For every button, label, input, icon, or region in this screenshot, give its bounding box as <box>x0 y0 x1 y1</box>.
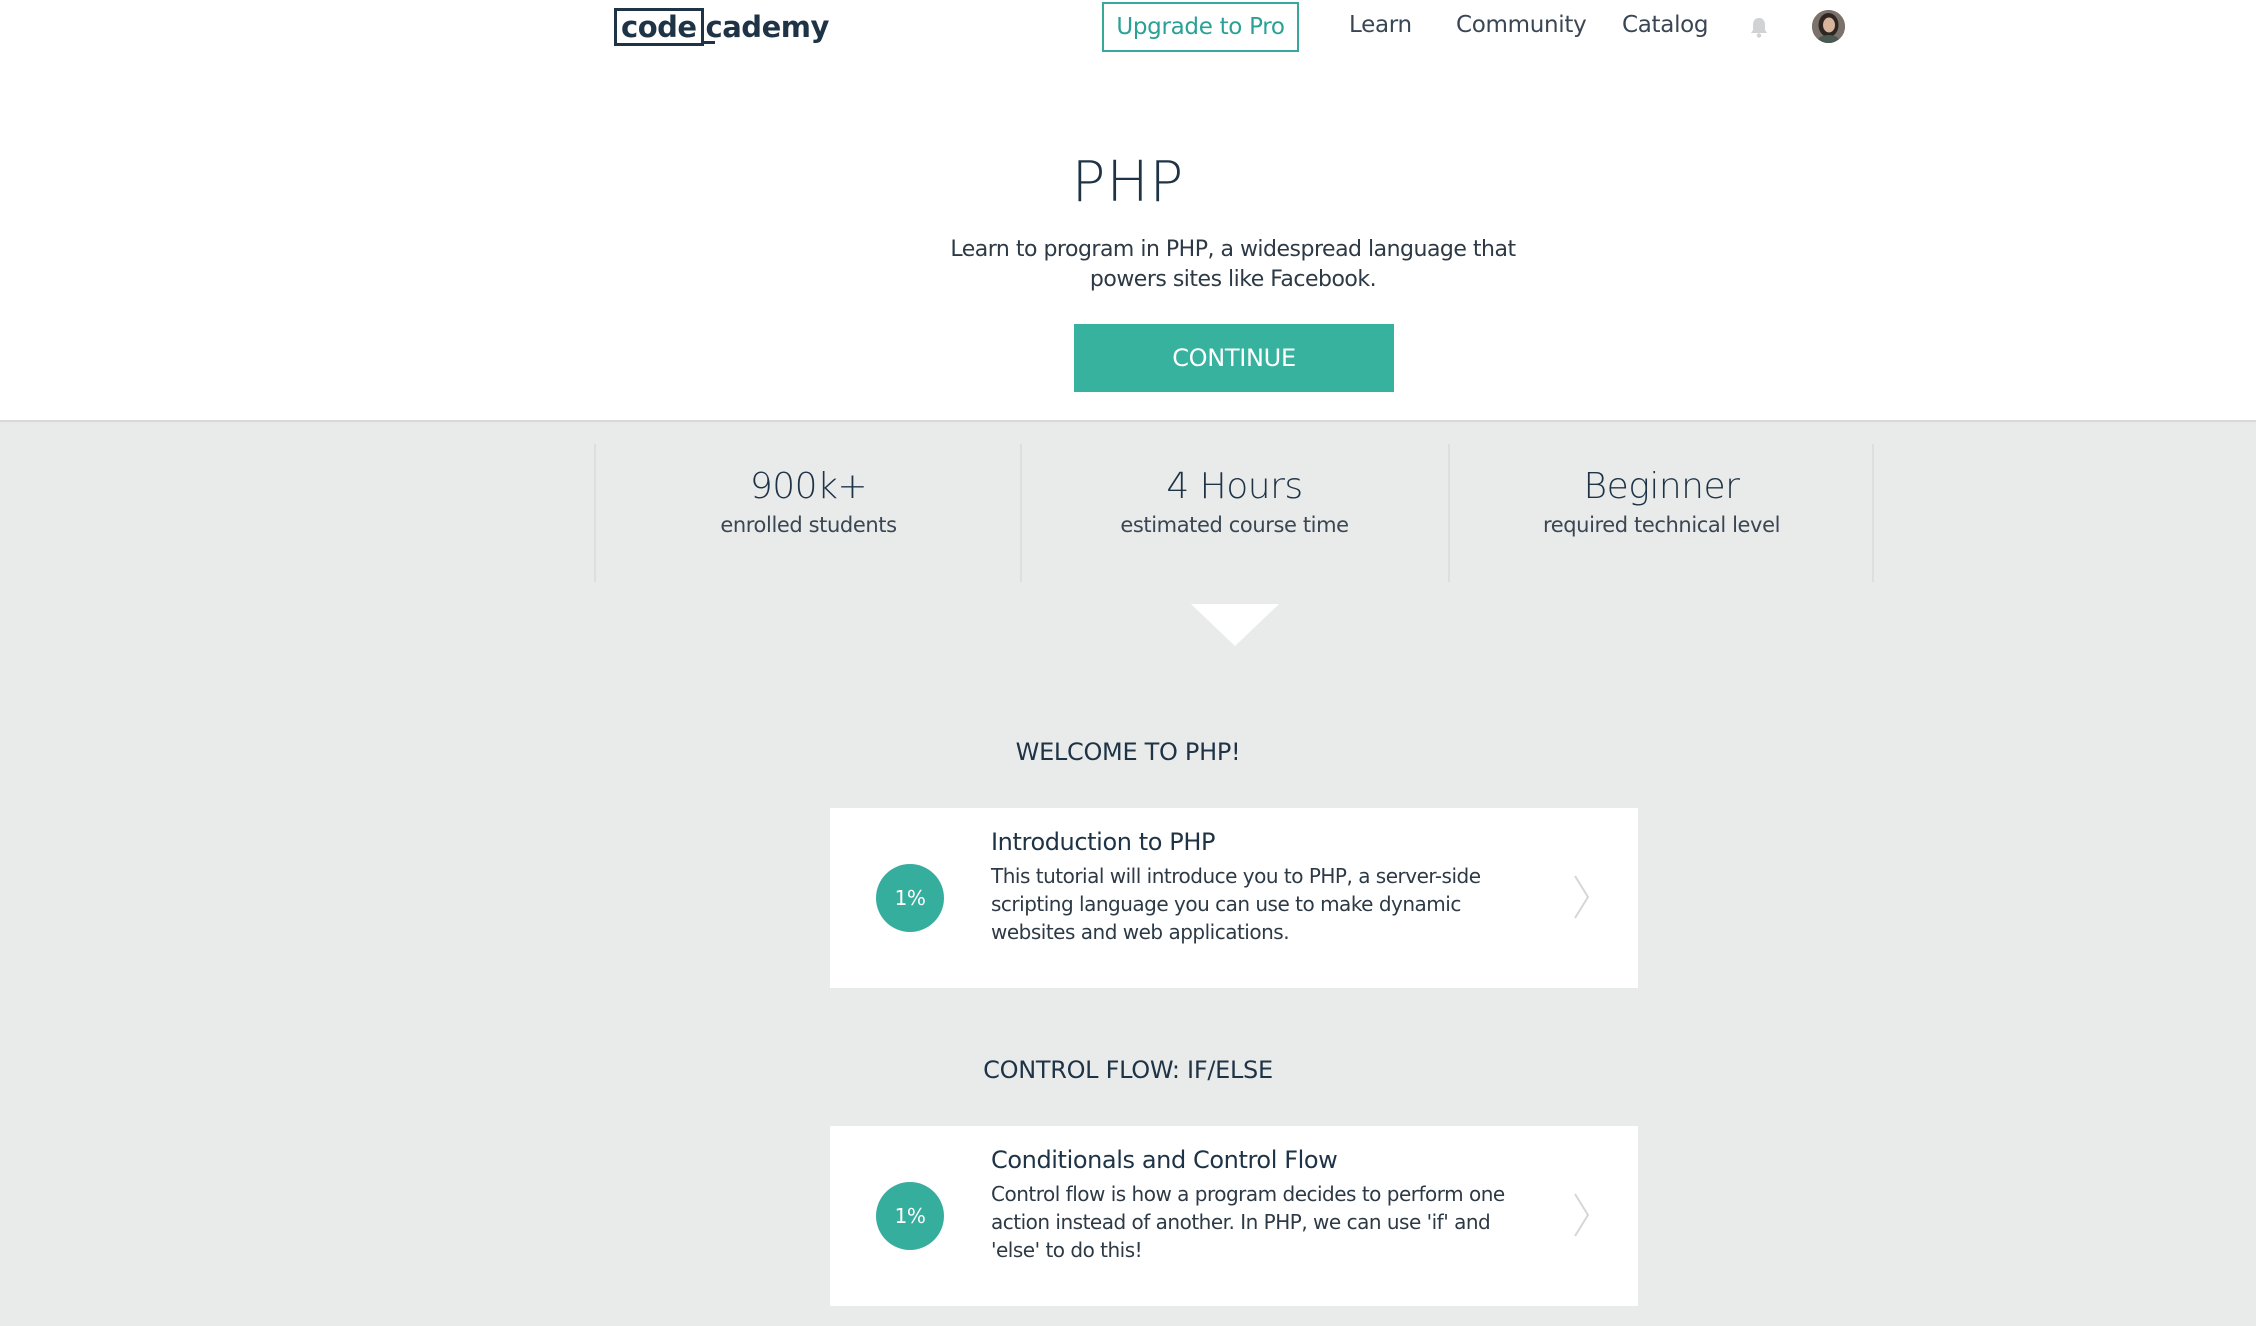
lesson-card-control-flow[interactable]: 1% Conditionals and Control Flow Control… <box>830 1126 1638 1306</box>
lesson-card-intro[interactable]: 1% Introduction to PHP This tutorial wil… <box>830 808 1638 988</box>
lesson-title: Conditionals and Control Flow <box>991 1146 1338 1174</box>
stat-course-time: 4 Hours estimated course time <box>1022 462 1447 538</box>
stat-label: estimated course time <box>1120 513 1349 537</box>
lesson-title: Introduction to PHP <box>991 828 1216 856</box>
stat-label: required technical level <box>1542 513 1781 537</box>
course-description: Learn to program in PHP, a widespread la… <box>950 237 1516 292</box>
logo-code-box: code <box>614 8 704 46</box>
stat-value: 900k+ <box>749 466 868 507</box>
lesson-description: This tutorial will introduce you to PHP,… <box>991 864 1481 944</box>
codecademy-logo[interactable]: code cademy <box>614 8 829 46</box>
hero-area: code cademy Upgrade to Pro Learn Communi… <box>0 0 2256 422</box>
progress-badge: 1% <box>876 864 944 932</box>
stat-technical-level: Beginner required technical level <box>1449 462 1874 538</box>
lesson-description: Control flow is how a program decides to… <box>991 1182 1505 1262</box>
nav-link-learn[interactable]: Learn <box>1349 12 1412 38</box>
top-nav: code cademy Upgrade to Pro Learn Communi… <box>0 0 2256 56</box>
stat-label: enrolled students <box>720 513 897 537</box>
stat-enrolled: 900k+ enrolled students <box>596 462 1021 538</box>
stat-value: 4 Hours <box>1166 466 1303 507</box>
upgrade-to-pro-button[interactable]: Upgrade to Pro <box>1102 2 1299 52</box>
section-pointer <box>1191 604 1279 646</box>
logo-cademy-text: cademy <box>703 10 829 44</box>
chevron-right-icon <box>1574 875 1590 919</box>
nav-link-community[interactable]: Community <box>1456 12 1587 38</box>
section-heading: WELCOME TO PHP! <box>1015 738 1241 766</box>
stat-value: Beginner <box>1583 466 1740 507</box>
avatar-image <box>1812 10 1845 43</box>
bell-icon[interactable] <box>1748 16 1770 38</box>
continue-button[interactable]: CONTINUE <box>1074 324 1394 392</box>
course-title: PHP <box>1071 150 1185 215</box>
nav-link-catalog[interactable]: Catalog <box>1622 12 1709 38</box>
hero-divider <box>0 420 2256 422</box>
avatar[interactable] <box>1812 10 1845 43</box>
section-heading: CONTROL FLOW: IF/ELSE <box>983 1056 1273 1084</box>
chevron-right-icon <box>1574 1193 1590 1237</box>
progress-badge: 1% <box>876 1182 944 1250</box>
